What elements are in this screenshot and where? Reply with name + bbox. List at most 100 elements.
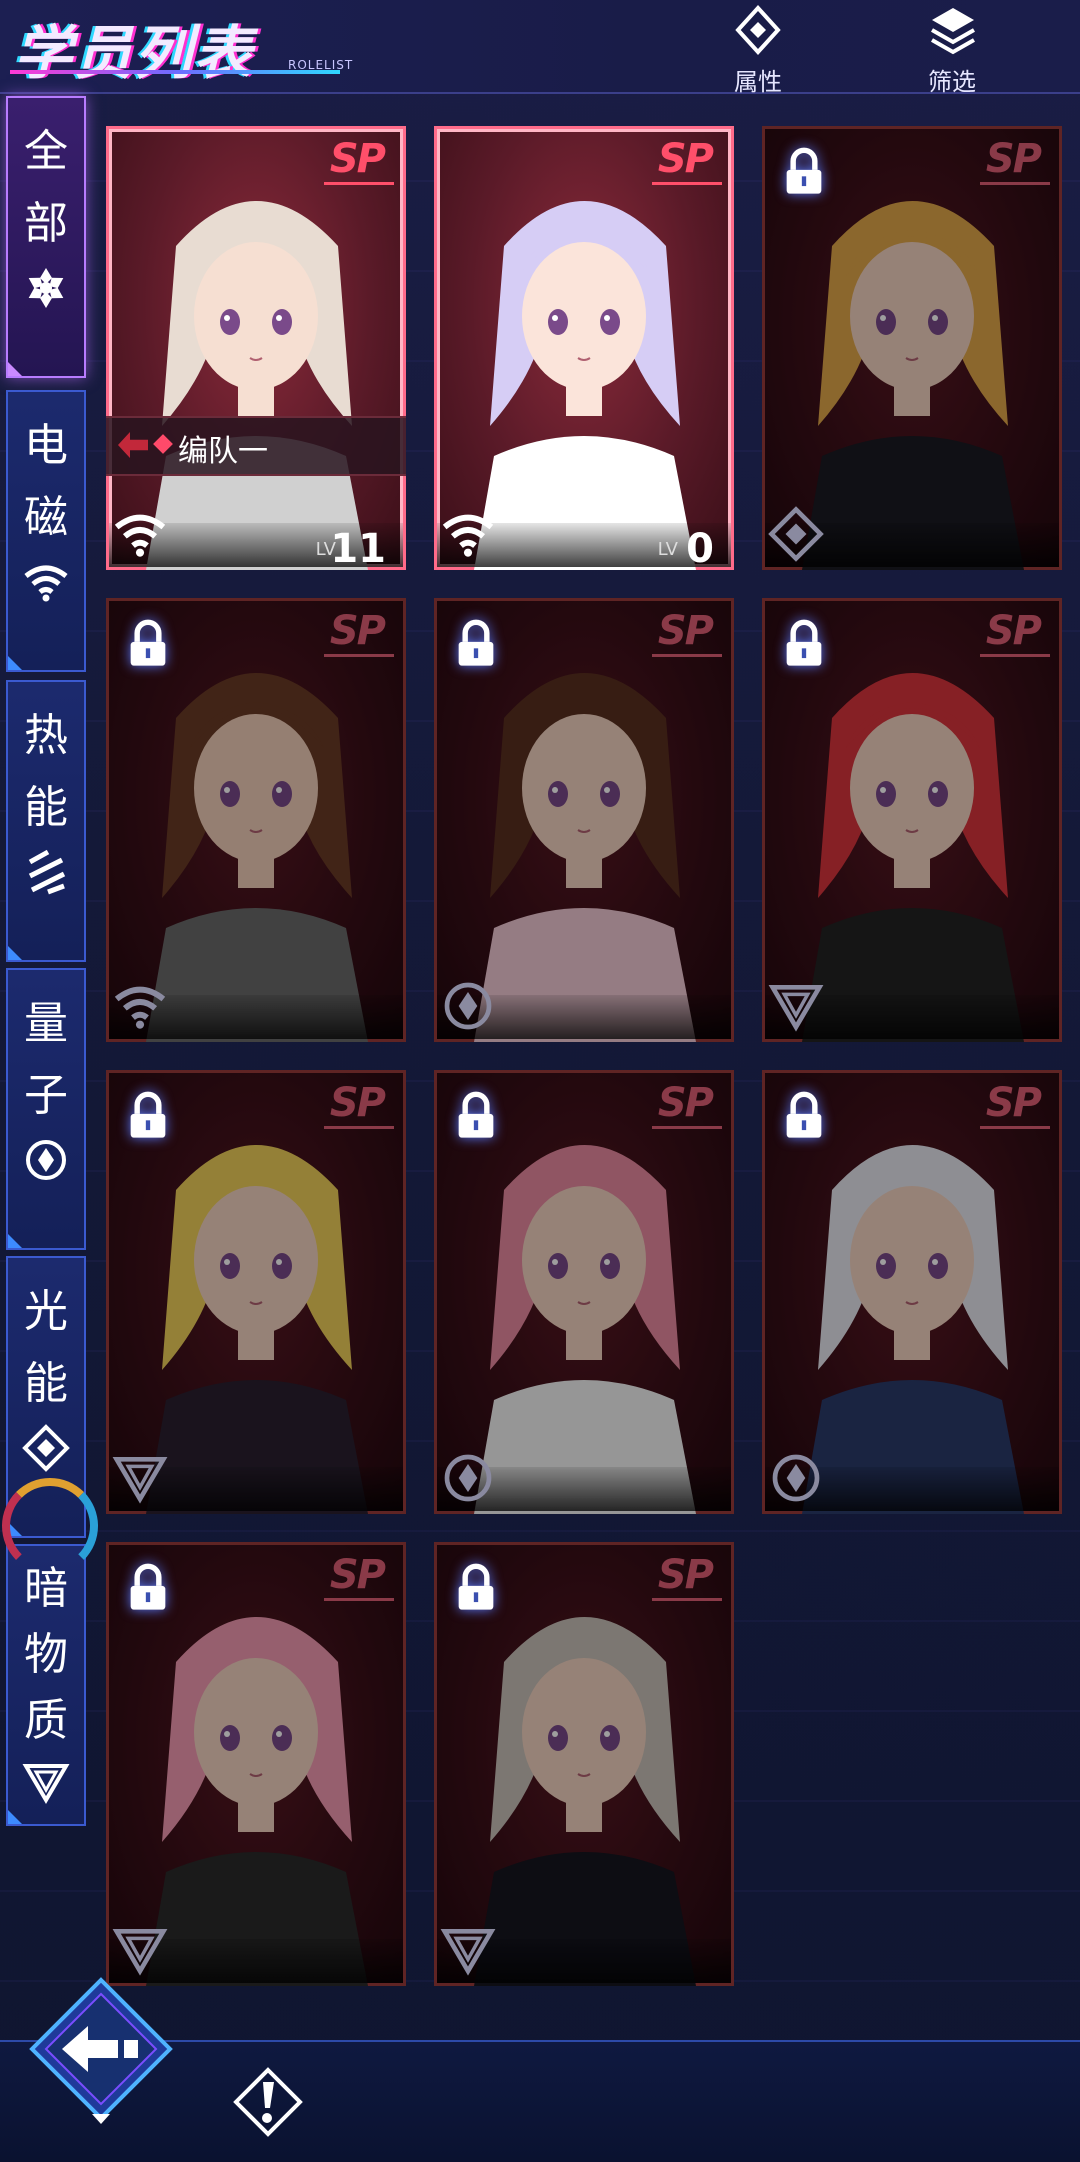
character-card[interactable]: SP <box>434 1070 734 1514</box>
level-value: 0 <box>686 526 714 570</box>
tab-icon-wrap <box>22 264 70 316</box>
rank-underline <box>652 654 722 657</box>
rank-underline <box>980 182 1050 185</box>
dark-triangle-icon <box>440 1929 496 1976</box>
team-arrow-icon <box>118 432 148 458</box>
rank-underline <box>652 182 722 185</box>
team-diamond-icon <box>153 434 173 454</box>
tab-icon-wrap <box>22 1136 70 1188</box>
light-diamond-icon <box>22 1424 70 1472</box>
rank-underline <box>980 654 1050 657</box>
filter-button-label: 筛选 <box>928 68 976 96</box>
character-card[interactable]: SP <box>762 598 1062 1042</box>
tab-label-char: 部 <box>24 198 68 249</box>
all-icon <box>28 268 64 308</box>
wifi-icon <box>114 514 166 557</box>
tab-label-char: 热 <box>24 710 68 761</box>
attribute-badge <box>768 978 824 1038</box>
tab-label-char: 质 <box>24 1695 68 1746</box>
character-card[interactable]: SP <box>106 1070 406 1514</box>
lock-badge <box>776 1088 832 1144</box>
character-card[interactable]: SP <box>106 1542 406 1986</box>
tab-corner-accent <box>8 946 22 960</box>
rank-badge: SP <box>657 1552 714 1598</box>
attribute-badge <box>112 1450 168 1510</box>
team-banner: 编队一 <box>106 416 406 476</box>
rank-underline <box>652 1598 722 1601</box>
quantum-icon <box>444 982 492 1030</box>
rank-underline <box>324 1598 394 1601</box>
tab-electromagnetic[interactable]: 电磁 <box>6 390 86 672</box>
level-label: LV <box>657 539 678 560</box>
tab-thermal[interactable]: 热能 <box>6 680 86 962</box>
quantum-icon <box>772 1454 820 1502</box>
lock-icon <box>786 1091 822 1138</box>
rank-badge: SP <box>329 136 386 182</box>
character-card[interactable]: SP 编队一 LV 11 <box>106 126 406 570</box>
tab-all[interactable]: 全部 <box>6 96 86 378</box>
rank-badge: SP <box>985 608 1042 654</box>
tab-label-char: 电 <box>24 420 68 471</box>
rank-underline <box>652 1126 722 1129</box>
lock-badge <box>120 616 176 672</box>
tab-label-char: 能 <box>24 1358 68 1409</box>
level-value: 11 <box>330 526 386 570</box>
tab-corner-accent <box>8 1810 22 1824</box>
filter-button[interactable]: 筛选 <box>892 0 1012 96</box>
light-diamond-icon <box>768 506 824 562</box>
lock-badge <box>448 1088 504 1144</box>
tab-corner-accent <box>8 656 22 670</box>
tab-label-char: 能 <box>24 782 68 833</box>
lock-icon <box>786 619 822 666</box>
header-bar: 学员列表 ROLELIST 属性 筛选 <box>0 0 1080 96</box>
tab-quantum[interactable]: 量子 <box>6 968 86 1250</box>
dark-triangle-icon <box>768 985 824 1032</box>
attribute-badge <box>440 1450 496 1510</box>
lock-badge <box>448 616 504 672</box>
tab-dark-matter[interactable]: 暗物质 <box>6 1544 86 1826</box>
lock-badge <box>120 1560 176 1616</box>
exclamation-diamond-icon <box>233 2067 303 2137</box>
tab-corner-accent <box>8 1234 22 1248</box>
tab-icon-wrap <box>22 558 70 610</box>
page-title: 学员列表 <box>14 19 255 87</box>
rank-badge: SP <box>985 1080 1042 1126</box>
back-arrow-icon <box>29 1977 173 2124</box>
rank-underline <box>324 654 394 657</box>
attribute-badge <box>112 978 168 1038</box>
lock-badge <box>120 1088 176 1144</box>
character-card[interactable]: SP <box>762 1070 1062 1514</box>
rank-badge: SP <box>657 136 714 182</box>
lock-icon <box>786 147 822 194</box>
character-portrait <box>146 201 368 570</box>
tab-label-char: 磁 <box>24 492 68 543</box>
back-button[interactable] <box>26 1974 176 2124</box>
rank-badge: SP <box>329 608 386 654</box>
attribute-badge <box>440 1922 496 1982</box>
team-label: 编队一 <box>178 434 268 469</box>
tab-icon-wrap <box>22 848 70 900</box>
thermal-icon <box>28 849 66 895</box>
character-card[interactable]: SP <box>106 598 406 1042</box>
element-ring-decoration <box>2 1478 98 1574</box>
character-card[interactable]: SP LV 0 <box>434 126 734 570</box>
attribute-badge <box>112 1922 168 1982</box>
tab-icon-wrap <box>22 1424 70 1476</box>
rank-underline <box>324 1126 394 1129</box>
lock-badge <box>448 1560 504 1616</box>
tab-corner-accent <box>8 362 22 376</box>
rank-badge: SP <box>657 608 714 654</box>
tab-label-char: 全 <box>24 126 68 177</box>
lock-icon <box>458 1091 494 1138</box>
dark-triangle-icon <box>112 1457 168 1504</box>
lock-icon <box>458 619 494 666</box>
lock-icon <box>458 1563 494 1610</box>
character-card[interactable]: SP <box>434 598 734 1042</box>
character-card[interactable]: SP <box>762 126 1062 570</box>
rank-badge: SP <box>329 1552 386 1598</box>
rank-badge: SP <box>985 136 1042 182</box>
lock-badge <box>776 616 832 672</box>
help-button[interactable] <box>232 2066 304 2142</box>
character-card[interactable]: SP <box>434 1542 734 1986</box>
attribute-button[interactable]: 属性 <box>698 0 818 96</box>
